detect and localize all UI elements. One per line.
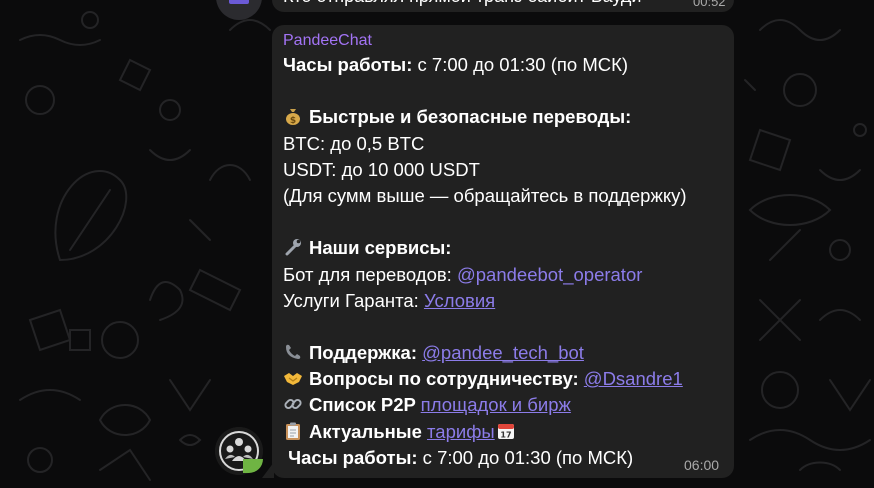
empty-line <box>283 314 728 340</box>
tariffs-label: Актуальные <box>309 420 428 442</box>
bot-line: Бот для переводов: @pandeebot_operator <box>283 262 728 288</box>
tariffs-link[interactable]: тарифы <box>427 421 495 442</box>
p2p-label: Список P2P <box>309 394 421 416</box>
bot-link[interactable]: @pandeebot_operator <box>457 264 642 285</box>
link-icon <box>284 399 302 410</box>
coop-line: Вопросы по сотрудничеству: @Dsandre1 <box>283 366 728 392</box>
hours-line-repeat: Часы работы: с 7:00 до 01:30 (по МСК) <box>283 445 728 471</box>
sender-name[interactable]: PandeeChat <box>283 30 728 52</box>
guarantor-line: Услуги Гаранта: Условия <box>283 288 728 314</box>
services-heading: Наши сервисы: <box>309 237 452 259</box>
telephone-icon <box>286 344 301 360</box>
bot-label: Бот для переводов: <box>283 263 457 285</box>
previous-message-time: 00:52 <box>693 0 726 9</box>
empty-line <box>283 209 728 235</box>
tariffs-line: Актуальные тарифы 17 <box>283 419 728 445</box>
transfers-heading: Быстрые и безопасные переводы: <box>309 106 632 128</box>
support-label: Поддержка: <box>309 342 423 364</box>
support-line: Поддержка: @pandee_tech_bot <box>283 340 728 366</box>
hours-label-repeat: Часы работы: <box>288 446 418 468</box>
svg-text:$: $ <box>290 116 296 126</box>
coop-label: Вопросы по сотрудничеству: <box>309 368 584 390</box>
support-note-line: (Для сумм выше — обращайтесь в поддержку… <box>283 184 687 206</box>
services-heading-line: Наши сервисы: <box>283 235 728 261</box>
p2p-link[interactable]: площадок и бирж <box>421 394 571 415</box>
clipboard-icon <box>286 422 300 440</box>
calendar-icon: 17 <box>497 423 514 439</box>
avatar-image <box>229 0 249 4</box>
support-link[interactable]: @pandee_tech_bot <box>422 342 584 363</box>
previous-message-text: Кто отправлял прямой транз байбит Бауди <box>283 0 641 8</box>
svg-text:17: 17 <box>500 430 511 439</box>
hours-value-repeat: с 7:00 до 01:30 (по МСК) <box>417 446 634 468</box>
guarantor-label: Услуги Гаранта: <box>283 289 424 311</box>
bubble-tail <box>262 462 274 478</box>
hours-line: Часы работы: с 7:00 до 01:30 (по МСК) <box>283 52 728 78</box>
p2p-line: Список P2P площадок и бирж <box>283 392 728 418</box>
hours-value: с 7:00 до 01:30 (по МСК) <box>412 54 629 75</box>
transfers-heading-line: $ Быстрые и безопасные переводы: <box>283 104 728 130</box>
coop-link[interactable]: @Dsandre1 <box>584 368 683 389</box>
hours-label: Часы работы: <box>283 54 413 75</box>
message-time: 06:00 <box>684 457 720 473</box>
guarantor-terms-link[interactable]: Условия <box>424 290 495 311</box>
money-bag-icon: $ <box>286 109 300 126</box>
wrench-icon <box>285 239 301 256</box>
handshake-icon <box>284 373 302 386</box>
message-content: PandeeChat Часы работы: с 7:00 до 01:30 … <box>283 30 728 471</box>
btc-line: BTC: до 0,5 BTC <box>283 132 425 154</box>
empty-line <box>283 78 728 104</box>
usdt-line: USDT: до 10 000 USDT <box>283 158 480 180</box>
